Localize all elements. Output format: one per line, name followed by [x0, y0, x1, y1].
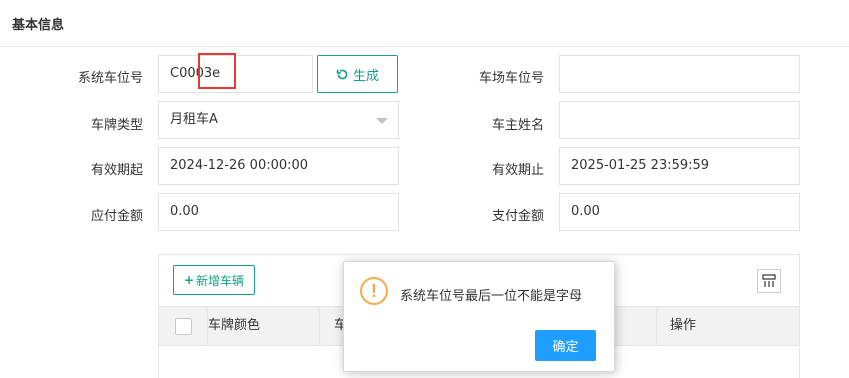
system-slot-label: 系统车位号	[77, 71, 143, 86]
warning-icon: !	[360, 277, 388, 305]
lot-slot-label: 车场车位号	[478, 71, 544, 86]
dropdown-caret-icon	[376, 118, 388, 124]
section-divider	[0, 46, 849, 47]
dialog-message: 系统车位号最后一位不能是字母	[400, 289, 583, 304]
section-title: 基本信息	[12, 18, 65, 33]
amount-paid-input[interactable]: 0.00	[559, 193, 800, 231]
valid-to-value: 2025-01-25 23:59:59	[571, 158, 710, 173]
confirm-button[interactable]: 确定	[535, 330, 596, 361]
valid-from-label: 有效期起	[90, 163, 143, 178]
add-vehicle-button[interactable]: + 新增车辆	[173, 265, 255, 295]
plate-type-select[interactable]: 月租车A	[158, 101, 399, 139]
header-separator	[319, 307, 320, 345]
select-all-checkbox[interactable]	[175, 318, 192, 335]
amount-due-value: 0.00	[170, 204, 199, 219]
column-header-plate-color: 车牌颜色	[208, 318, 261, 333]
valid-to-input[interactable]: 2025-01-25 23:59:59	[559, 147, 800, 185]
valid-from-input[interactable]: 2024-12-26 00:00:00	[158, 147, 399, 185]
confirm-button-label: 确定	[552, 340, 579, 355]
owner-name-input[interactable]	[559, 101, 800, 139]
header-separator	[656, 307, 657, 345]
columns-icon	[762, 274, 776, 287]
column-toggle-button[interactable]	[757, 269, 781, 293]
generate-button-label: 生成	[352, 68, 379, 84]
plate-type-value: 月租车A	[170, 112, 218, 127]
plate-type-label: 车牌类型	[90, 118, 143, 133]
owner-name-label: 车主姓名	[491, 118, 544, 133]
plus-icon: +	[183, 273, 195, 287]
column-header-actions: 操作	[670, 318, 697, 333]
lot-slot-input[interactable]	[559, 55, 800, 93]
valid-from-value: 2024-12-26 00:00:00	[170, 158, 309, 173]
valid-to-label: 有效期止	[491, 163, 544, 178]
amount-paid-label: 支付金额	[491, 209, 544, 224]
amount-paid-value: 0.00	[571, 204, 600, 219]
add-vehicle-button-label: 新增车辆	[196, 273, 245, 288]
amount-due-label: 应付金额	[90, 209, 143, 224]
error-highlight-box	[198, 53, 236, 89]
refresh-icon	[336, 69, 348, 79]
alert-dialog: ! 系统车位号最后一位不能是字母 确定	[343, 261, 615, 372]
generate-button[interactable]: 生成	[317, 55, 398, 93]
amount-due-input[interactable]: 0.00	[158, 193, 399, 231]
